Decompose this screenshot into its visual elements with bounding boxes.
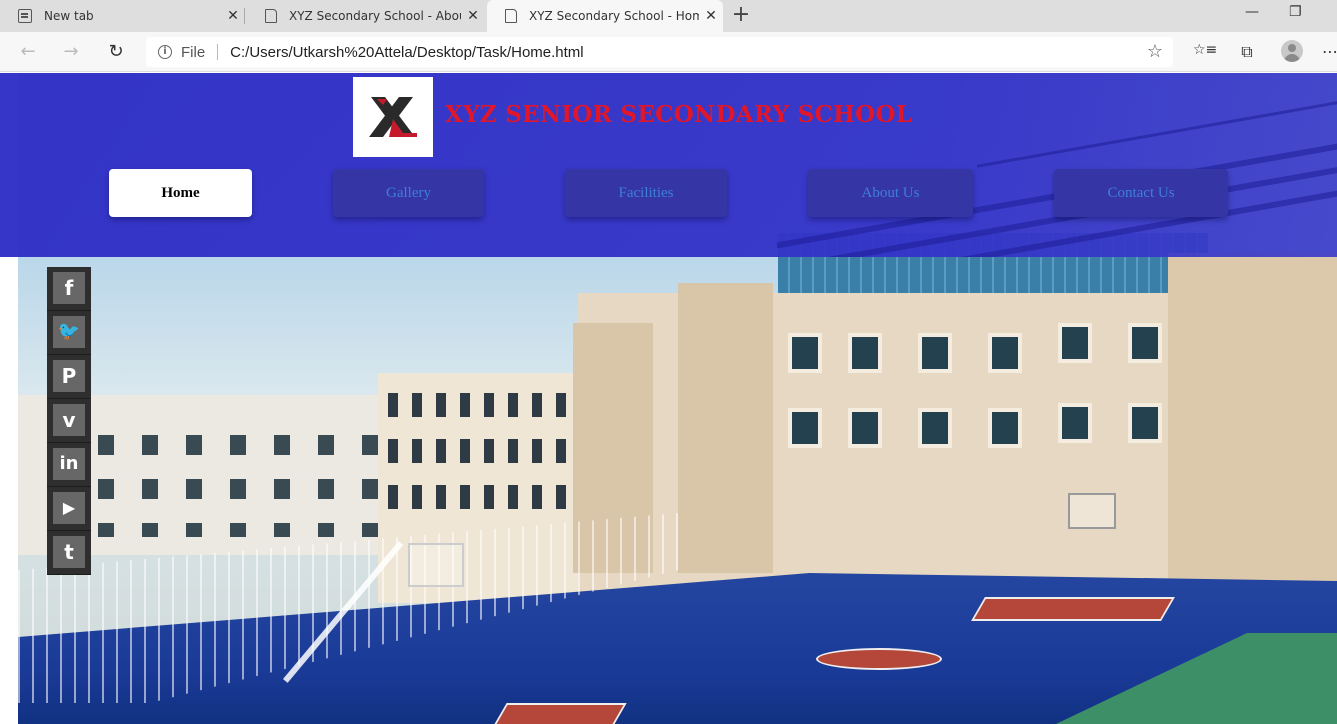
pinterest-icon: P <box>53 360 85 392</box>
minimize-button[interactable]: — <box>1245 4 1259 20</box>
restore-button[interactable]: ❐ <box>1289 4 1302 20</box>
back-icon[interactable]: ← <box>16 40 40 64</box>
facebook-link[interactable]: f <box>47 267 91 311</box>
close-icon[interactable]: ✕ <box>699 8 723 24</box>
close-icon[interactable]: ✕ <box>461 8 485 24</box>
address-bar[interactable]: i File C:/Users/Utkarsh%20Attela/Desktop… <box>146 37 1173 67</box>
nav-gallery[interactable]: Gallery <box>333 169 484 217</box>
hoop-backboard <box>408 543 464 587</box>
favorites-icon[interactable]: ☆≡ <box>1193 42 1217 62</box>
nav-about-us[interactable]: About Us <box>808 169 973 217</box>
scheme-label: File <box>181 43 206 61</box>
newtab-icon <box>18 9 32 23</box>
vimeo-link[interactable]: v <box>47 399 91 443</box>
tumblr-link[interactable]: t <box>47 531 91 575</box>
youtube-icon: ▶ <box>53 492 85 524</box>
site-header: XYZ SENIOR SECONDARY SCHOOL Home Gallery… <box>0 73 1337 257</box>
school-name: XYZ SENIOR SECONDARY SCHOOL <box>445 101 913 128</box>
xyz-logo-icon <box>369 97 417 137</box>
facebook-icon: f <box>53 272 85 304</box>
nav-contact-us[interactable]: Contact Us <box>1054 169 1228 217</box>
court-center-circle <box>816 648 942 670</box>
vimeo-icon: v <box>53 404 85 436</box>
reload-icon[interactable]: ↻ <box>104 40 128 64</box>
info-icon[interactable]: i <box>158 45 172 59</box>
tab-title: XYZ Secondary School - About U <box>289 9 461 23</box>
url-text[interactable]: C:/Users/Utkarsh%20Attela/Desktop/Task/H… <box>230 44 583 61</box>
collections-icon[interactable]: ⧉ <box>1237 42 1257 62</box>
tab-separator <box>244 8 245 24</box>
tower-right <box>678 283 773 573</box>
forward-icon[interactable]: → <box>59 40 83 64</box>
tab-new-tab[interactable]: New tab ✕ <box>0 0 245 32</box>
court-key-left <box>489 703 627 724</box>
twitter-icon: 🐦 <box>53 316 85 348</box>
page-viewport: XYZ SENIOR SECONDARY SCHOOL Home Gallery… <box>0 73 1337 724</box>
youtube-link[interactable]: ▶ <box>47 487 91 531</box>
tumblr-icon: t <box>53 536 85 568</box>
court-key-right <box>971 597 1175 621</box>
tab-about-us[interactable]: XYZ Secondary School - About U ✕ <box>247 0 485 32</box>
linkedin-icon: in <box>53 448 85 480</box>
document-icon <box>265 9 277 23</box>
tab-title: New tab <box>44 9 94 23</box>
more-icon[interactable]: ⋯ <box>1320 42 1337 62</box>
tab-title: XYZ Secondary School - Home <box>529 9 699 23</box>
profile-avatar[interactable] <box>1281 40 1303 62</box>
star-icon[interactable]: ☆ <box>1147 41 1163 62</box>
main-nav: Home Gallery Facilities About Us Contact… <box>0 169 1337 219</box>
browser-toolbar: ← → ↻ i File C:/Users/Utkarsh%20Attela/D… <box>0 32 1337 72</box>
twitter-link[interactable]: 🐦 <box>47 311 91 355</box>
hoop-backboard-right <box>1068 493 1116 529</box>
nav-home[interactable]: Home <box>109 169 252 217</box>
nav-facilities[interactable]: Facilities <box>565 169 727 217</box>
linkedin-link[interactable]: in <box>47 443 91 487</box>
social-sidebar: f 🐦 P v in ▶ t <box>47 267 91 575</box>
divider <box>217 44 219 60</box>
document-icon <box>505 9 517 23</box>
new-tab-button[interactable]: + <box>729 3 753 27</box>
tower-far-right <box>1168 253 1337 593</box>
school-logo[interactable] <box>353 77 433 157</box>
close-icon[interactable]: ✕ <box>221 8 245 24</box>
browser-tabstrip: New tab ✕ XYZ Secondary School - About U… <box>0 0 1337 32</box>
tab-home[interactable]: XYZ Secondary School - Home ✕ <box>487 0 723 32</box>
pinterest-link[interactable]: P <box>47 355 91 399</box>
